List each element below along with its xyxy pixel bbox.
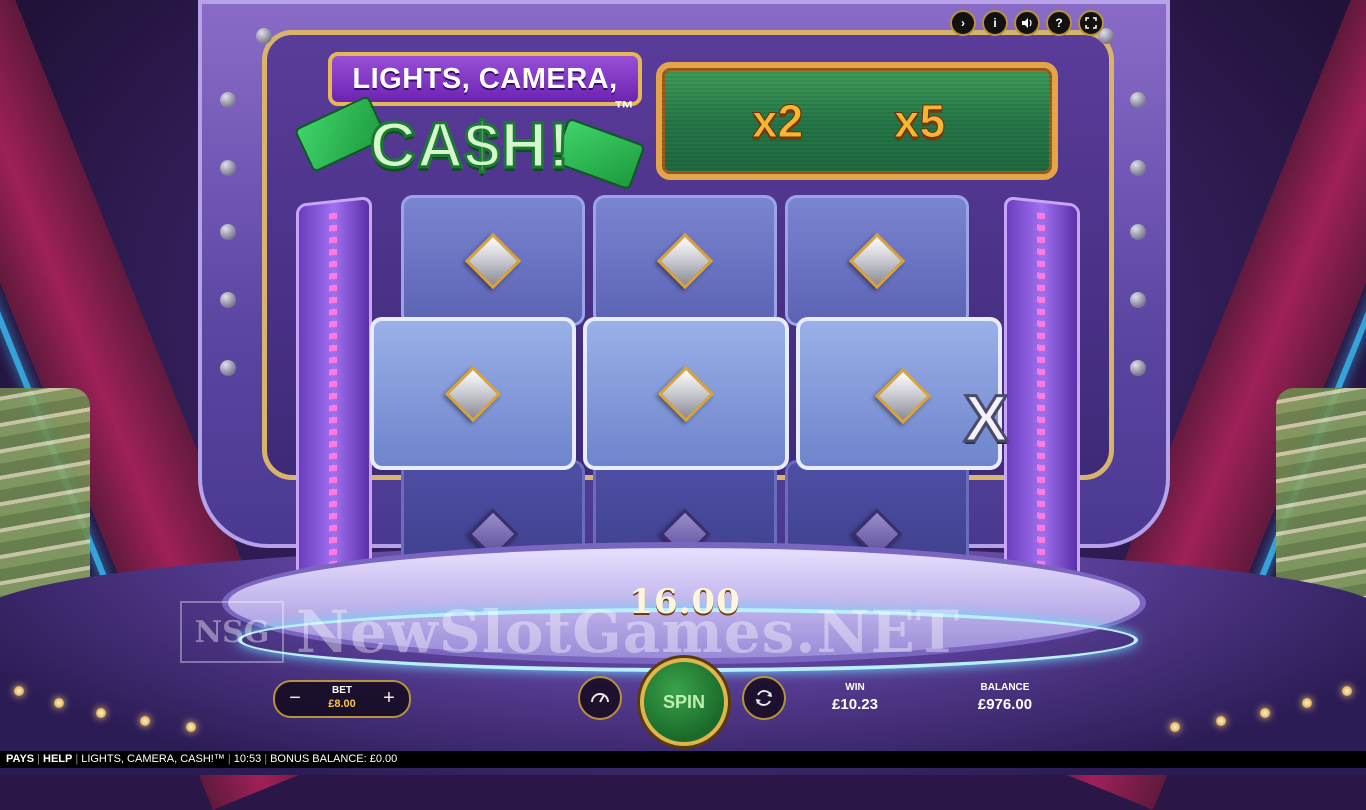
strip-texture [662,68,1052,174]
game-logo-cash: CA$H! ™ [293,94,646,191]
prize-tile-active[interactable] [370,317,576,470]
prize-tile[interactable] [401,195,585,326]
multiplier-x2: x2 [751,95,804,148]
footer-separator: | [264,753,268,765]
diamond-icon [444,365,502,422]
pillar-lights [329,212,337,589]
frame-bolt [220,360,236,376]
diamond-icon [874,368,932,425]
watermark-logo: NSG [180,601,284,663]
multiplier-x5: x5 [893,95,946,148]
logo-line1: LIGHTS, CAMERA, [352,62,618,95]
frame-bolt [1130,224,1146,240]
frame-bolt [220,224,236,240]
diamond-icon [848,232,906,289]
frame-bolt [220,292,236,308]
footer-bonus-balance: BONUS BALANCE: £0.00 [270,753,398,765]
footer-game-name: LIGHTS, CAMERA, CASH!™ [81,753,225,765]
autoplay-button[interactable] [742,676,786,720]
pays-link[interactable]: PAYS [6,753,34,765]
frame-bolt [256,28,272,44]
logo-line2: CA$H! [368,108,571,183]
diamond-icon [657,365,715,422]
watermark-text: NewSlotGames.NET [296,598,960,666]
footer-separator: | [227,753,231,765]
spin-button[interactable]: SPIN [640,658,728,746]
balance-value: £976.00 [977,696,1033,713]
prize-tile-active[interactable] [583,317,789,470]
win-label: WIN [845,682,865,693]
expand-icon [1085,17,1097,29]
bet-selector: − BET £8.00 + [273,680,411,718]
turbo-button[interactable] [578,676,622,720]
multiplier-strip: x2 x5 [656,62,1058,180]
speedometer-icon [591,693,609,703]
frame-bolt [220,160,236,176]
play-icon[interactable]: › [950,10,976,36]
frame-bolt [1130,292,1146,308]
fullscreen-icon[interactable] [1078,10,1104,36]
win-value: £10.23 [832,696,878,713]
frame-bolt [220,92,236,108]
game-logo-top: LIGHTS, CAMERA, [328,52,642,106]
balance-display: BALANCE £976.00 [960,682,1050,713]
frame-bolt [1130,160,1146,176]
diamond-icon [656,232,714,289]
speaker-icon [1022,18,1032,28]
footer-separator: | [37,753,40,765]
help-icon[interactable]: ? [1046,10,1072,36]
info-icon[interactable]: i [982,10,1008,36]
help-link[interactable]: HELP [43,753,72,765]
footer-bar: PAYS | HELP | LIGHTS, CAMERA, CASH!™ | 10:53 | B… [0,751,1366,768]
prize-tile[interactable] [785,195,969,326]
win-display: WIN £10.23 [818,682,892,713]
frame-bolt [1130,360,1146,376]
footer-separator: | [75,753,79,765]
control-bar: − BET £8.00 + SPIN WIN £10.23 BALANCE £9… [0,658,1366,750]
logo-trademark: ™ [614,98,634,120]
multiplier-x-mark: X [962,380,1009,457]
pillar-lights [1037,212,1045,589]
spin-label: SPIN [662,691,705,712]
prize-tile[interactable] [593,195,777,326]
frame-bolt [1130,92,1146,108]
left-side-pillar [296,196,372,605]
diamond-icon [464,232,522,289]
watermark: NSG NewSlotGames.NET [180,598,1180,666]
right-side-pillar [1004,196,1080,605]
bet-increase-button[interactable]: + [377,686,401,710]
top-right-icons: › i ? [950,10,1104,36]
balance-label: BALANCE [980,682,1030,693]
footer-clock: 10:53 [233,753,262,765]
autoplay-icon [756,690,772,706]
sound-icon[interactable] [1014,10,1040,36]
